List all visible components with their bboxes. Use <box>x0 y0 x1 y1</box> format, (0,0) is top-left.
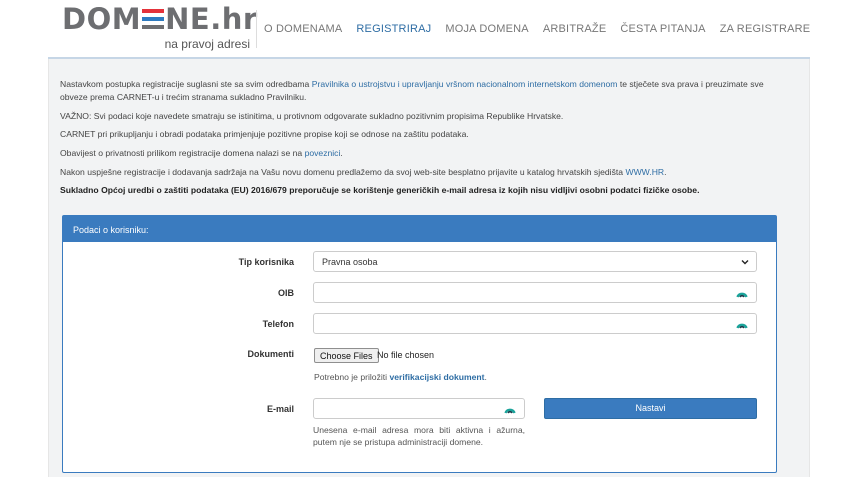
documents-hint: Potrebno je priložiti verifikacijski dok… <box>314 372 487 382</box>
password-manager-icon[interactable] <box>736 318 748 330</box>
continue-button[interactable]: Nastavi <box>544 398 757 419</box>
nav-registriraj[interactable]: REGISTRIRAJ <box>356 23 431 35</box>
documents-label: Dokumenti <box>247 349 294 359</box>
www-hr-link[interactable]: WWW.HR <box>625 167 664 177</box>
choose-files-button[interactable]: Choose Files <box>314 348 379 363</box>
important-paragraph: VAŽNO: Svi podaci koje navedete smatraju… <box>60 111 564 121</box>
email-input[interactable] <box>313 398 525 419</box>
verification-document-link[interactable]: verifikacijski dokument <box>389 372 484 382</box>
carnet-paragraph: CARNET pri prikupljanju i obradi podatak… <box>60 129 469 139</box>
terms-paragraph: Nastavkom postupka registracije suglasni… <box>60 79 764 102</box>
logo-e-bars-icon <box>142 8 165 30</box>
nav-cesta-pitanja[interactable]: ČESTA PITANJA <box>620 23 705 35</box>
content-top-border <box>48 57 810 59</box>
phone-label: Telefon <box>262 319 294 329</box>
phone-input[interactable] <box>313 313 757 334</box>
main-nav: O DOMENAMA REGISTRIRAJ MOJA DOMENA ARBIT… <box>264 23 824 35</box>
nav-o-domenama[interactable]: O DOMENAMA <box>264 23 342 35</box>
pravilnik-link[interactable]: Pravilnika o ustrojstvu i upravljanju vr… <box>312 79 618 89</box>
nav-moja-domena[interactable]: MOJA DOMENA <box>445 23 529 35</box>
user-type-value: Pravna osoba <box>322 257 378 267</box>
catalog-paragraph: Nakon uspješne registracije i dodavanja … <box>60 167 667 177</box>
chevron-down-icon <box>741 260 749 265</box>
password-manager-icon[interactable] <box>504 403 516 415</box>
file-status: No file chosen <box>377 350 435 360</box>
user-type-label: Tip korisnika <box>238 257 294 267</box>
domene-logo[interactable]: DOM NE.hr na pravoj adresi <box>62 2 258 54</box>
header-divider <box>256 10 257 48</box>
privacy-link[interactable]: poveznici <box>305 148 341 158</box>
nav-arbitraze[interactable]: ARBITRAŽE <box>543 23 607 35</box>
nav-za-registrare[interactable]: ZA REGISTRARE <box>720 23 811 35</box>
email-hint: Unesena e-mail adresa mora biti aktivna … <box>313 425 525 447</box>
site-header: DOM NE.hr na pravoj adresi O DOMENAMA REG… <box>0 0 848 58</box>
logo-tagline: na pravoj adresi <box>164 37 250 51</box>
privacy-paragraph: Obavijest o privatnosti prilikom registr… <box>60 148 343 158</box>
oib-input[interactable] <box>313 282 757 303</box>
password-manager-icon[interactable] <box>736 287 748 299</box>
oib-label: OIB <box>277 288 294 298</box>
email-label: E-mail <box>266 404 294 414</box>
user-type-select[interactable]: Pravna osoba <box>313 251 757 272</box>
panel-title: Podaci o korisniku: <box>63 216 776 242</box>
gdpr-paragraph: Sukladno Općoj uredbi o zaštiti podataka… <box>60 185 700 195</box>
logo-wordmark: DOM NE.hr <box>62 2 258 36</box>
